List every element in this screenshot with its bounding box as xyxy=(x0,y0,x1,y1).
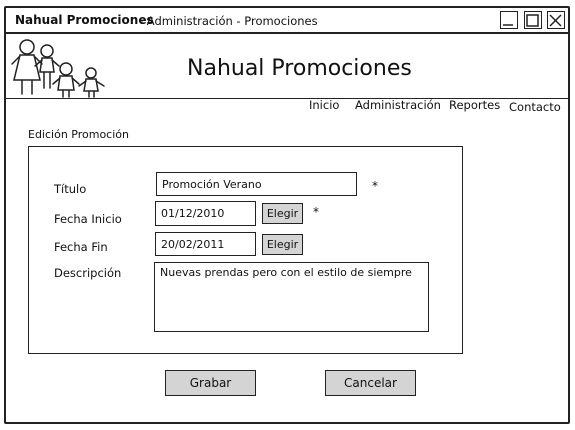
fecha-fin-label: Fecha Fin xyxy=(54,240,108,254)
section-title: Edición Promoción xyxy=(28,128,129,141)
descripcion-textarea[interactable]: Nuevas prendas pero con el estilo de sie… xyxy=(154,262,429,332)
title-bar: Nahual Promociones - Administración - Pr… xyxy=(6,8,568,34)
maximize-icon xyxy=(526,13,539,27)
fecha-inicio-label: Fecha Inicio xyxy=(54,212,122,226)
nav-link-reportes[interactable]: Reportes xyxy=(449,98,500,112)
nav-link-inicio[interactable]: Inicio xyxy=(309,98,339,112)
required-mark: * xyxy=(313,205,319,219)
page-title: Nahual Promociones xyxy=(187,56,412,81)
titulo-label: Título xyxy=(54,182,87,196)
minimize-icon xyxy=(503,23,513,26)
titulo-input[interactable] xyxy=(156,172,357,196)
save-button[interactable]: Grabar xyxy=(165,370,256,396)
required-mark: * xyxy=(372,179,378,193)
descripcion-label: Descripción xyxy=(54,266,122,280)
cancel-button[interactable]: Cancelar xyxy=(325,370,416,396)
fecha-inicio-input[interactable] xyxy=(155,201,256,226)
nav-link-contacto[interactable]: Contacto xyxy=(509,100,561,114)
nav-link-administracion[interactable]: Administración xyxy=(355,98,441,112)
fecha-fin-elegir-button[interactable]: Elegir xyxy=(262,234,303,255)
fecha-fin-input[interactable] xyxy=(155,232,256,256)
family-figures-icon xyxy=(11,39,105,98)
close-button[interactable] xyxy=(547,11,565,29)
window-subtitle: - Administración - Promociones xyxy=(139,14,318,28)
fecha-inicio-elegir-button[interactable]: Elegir xyxy=(262,203,303,224)
app-title: Nahual Promociones xyxy=(15,13,154,27)
maximize-button[interactable] xyxy=(524,11,542,29)
minimize-button[interactable] xyxy=(500,11,518,29)
page-header: Nahual Promociones xyxy=(6,34,568,99)
close-icon xyxy=(549,13,562,27)
